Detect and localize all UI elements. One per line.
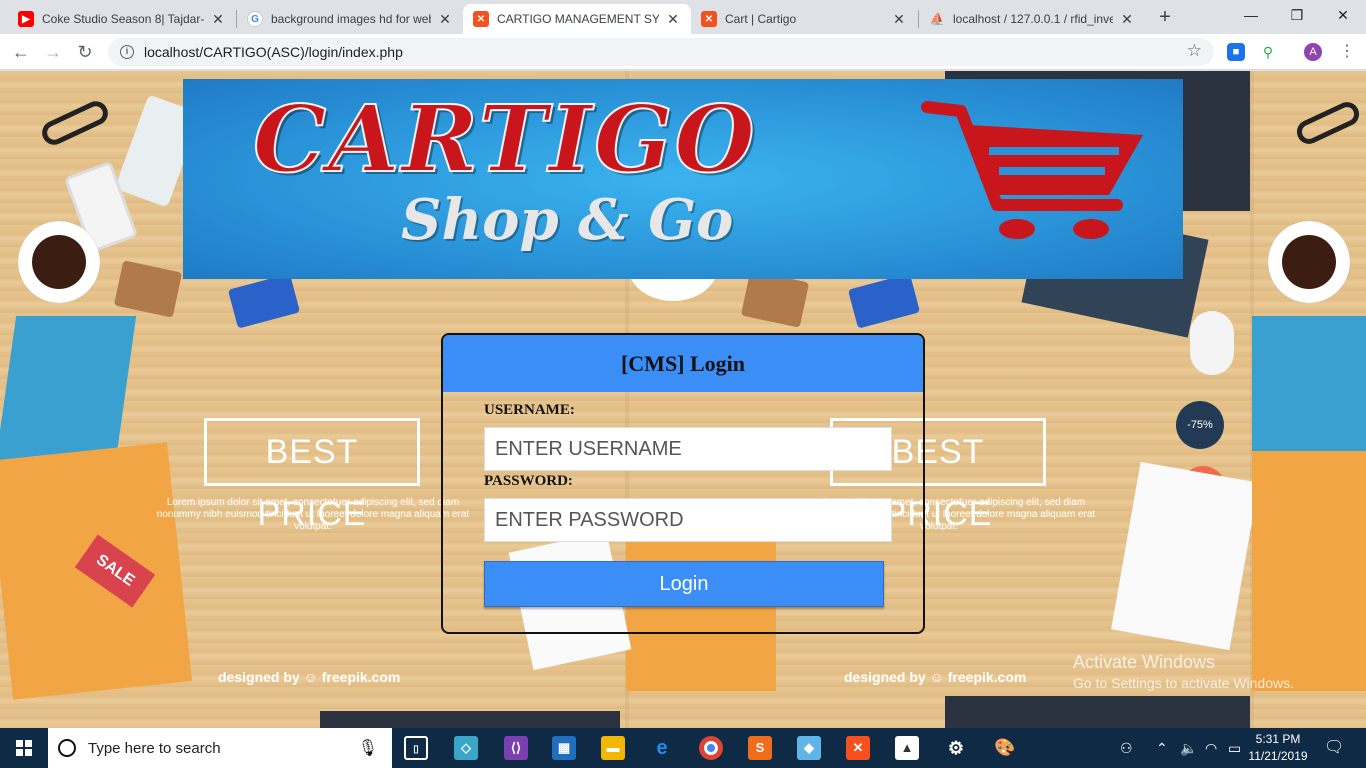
mouse-icon bbox=[1190, 311, 1234, 375]
settings-gear-icon[interactable]: ⚙ bbox=[944, 736, 968, 760]
credit-card-icon bbox=[227, 273, 301, 329]
close-icon[interactable]: ✕ bbox=[210, 11, 226, 28]
forward-icon[interactable]: → bbox=[40, 39, 66, 65]
photos-icon[interactable]: ▲ bbox=[895, 736, 919, 760]
activate-windows-watermark: Activate Windows Go to Settings to activ… bbox=[1073, 652, 1294, 691]
extension-search-icon[interactable]: ⚲ bbox=[1259, 43, 1277, 61]
store-icon[interactable]: ▦ bbox=[552, 736, 576, 760]
glasses-icon bbox=[38, 97, 112, 149]
file-explorer-icon[interactable]: ▬ bbox=[601, 736, 625, 760]
coffee-cup-icon bbox=[1268, 221, 1350, 303]
chrome-icon[interactable] bbox=[699, 736, 723, 760]
google-icon: G bbox=[247, 11, 263, 27]
info-icon[interactable]: i bbox=[120, 45, 134, 59]
address-bar[interactable]: i localhost/CARTIGO(ASC)/login/index.php… bbox=[108, 38, 1214, 66]
notifications-icon[interactable]: 🗨 bbox=[1324, 728, 1344, 768]
cortana-icon bbox=[58, 739, 76, 757]
cartigo-banner: CARTIGO Shop & Go bbox=[183, 79, 1183, 279]
volume-icon[interactable]: 🔈 bbox=[1180, 728, 1197, 768]
receipt-icon bbox=[1111, 461, 1259, 651]
windows-start-icon[interactable] bbox=[0, 728, 48, 768]
battery-icon[interactable]: ▭ bbox=[1228, 728, 1241, 768]
chevron-up-icon[interactable]: ⌃ bbox=[1156, 728, 1168, 768]
page-background: SALE -75% -75% BEST PRICE BEST PRICE Lor… bbox=[0, 71, 1366, 728]
close-icon[interactable]: ✕ bbox=[665, 11, 681, 28]
tab-cartigo-management[interactable]: ✕ CARTIGO MANAGEMENT SYSTEM ✕ bbox=[463, 4, 691, 34]
menu-icon[interactable]: ⋮ bbox=[1334, 39, 1360, 65]
profile-avatar[interactable]: A bbox=[1304, 43, 1322, 61]
close-icon[interactable]: ✕ bbox=[437, 11, 453, 28]
windows-taskbar: Type here to search 🎙 ▯ ◇ ⟨⟩ ▦ ▬ e S ◆ ✕… bbox=[0, 728, 1366, 768]
new-tab-button[interactable]: + bbox=[1152, 6, 1178, 30]
brand-logo-text: CARTIGO bbox=[252, 84, 757, 194]
designed-by-text: designed by ☺ freepik.com bbox=[844, 669, 1027, 685]
minimize-button[interactable]: — bbox=[1228, 0, 1274, 32]
login-card-title: [CMS] Login bbox=[443, 335, 923, 392]
phpmyadmin-icon: ⛵ bbox=[929, 12, 945, 26]
edge-icon[interactable]: e bbox=[650, 736, 674, 760]
tab-background-images[interactable]: G background images hd for web ✕ bbox=[237, 4, 463, 34]
youtube-icon: ▶ bbox=[18, 11, 34, 27]
shopping-cart-icon bbox=[921, 101, 1143, 239]
extension-icon[interactable]: ■ bbox=[1227, 43, 1245, 61]
browser-toolbar: ← → ↻ i localhost/CARTIGO(ASC)/login/ind… bbox=[0, 34, 1366, 70]
laptop-icon bbox=[320, 711, 620, 728]
clock-time: 5:31 PM bbox=[1255, 732, 1301, 746]
close-icon[interactable]: ✕ bbox=[1119, 11, 1135, 28]
app-icon[interactable]: ◆ bbox=[797, 736, 821, 760]
tab-strip: ▶ Coke Studio Season 8| Tajdar-e ✕ G bac… bbox=[0, 0, 1366, 34]
wifi-icon[interactable]: ◠ bbox=[1205, 728, 1217, 768]
app-icon[interactable]: ◇ bbox=[454, 736, 478, 760]
microphone-icon[interactable]: 🎙 bbox=[358, 738, 378, 758]
bookmark-star-icon[interactable]: ☆ bbox=[1187, 41, 1202, 61]
brand-tagline: Shop & Go bbox=[401, 187, 734, 253]
discount-tag: -75% bbox=[1176, 401, 1224, 449]
people-icon[interactable]: ⚇ bbox=[1120, 728, 1133, 768]
system-clock[interactable]: 5:31 PM 11/21/2019 bbox=[1248, 731, 1308, 765]
designed-by-text: designed by ☺ freepik.com bbox=[218, 669, 401, 685]
back-icon[interactable]: ← bbox=[8, 39, 34, 65]
xampp-icon: ✕ bbox=[701, 11, 717, 27]
wallet-icon bbox=[113, 260, 183, 318]
password-label: PASSWORD: bbox=[484, 473, 573, 489]
taskbar-search-box[interactable]: Type here to search 🎙 bbox=[48, 728, 392, 768]
login-button[interactable]: Login bbox=[484, 561, 884, 607]
password-input[interactable] bbox=[484, 498, 892, 542]
xampp-icon: ✕ bbox=[473, 11, 489, 27]
best-price-box: BEST PRICE bbox=[204, 418, 420, 533]
glasses-icon bbox=[1293, 98, 1363, 148]
laptop-icon bbox=[945, 696, 1250, 728]
xampp-icon[interactable]: ✕ bbox=[846, 736, 870, 760]
close-icon[interactable]: ✕ bbox=[891, 11, 907, 28]
login-card: [CMS] Login USERNAME: PASSWORD: Login bbox=[441, 333, 925, 634]
username-label: USERNAME: bbox=[484, 402, 575, 418]
reload-icon[interactable]: ↻ bbox=[72, 39, 98, 65]
clock-date: 11/21/2019 bbox=[1248, 749, 1308, 763]
username-input[interactable] bbox=[484, 427, 892, 471]
tab-phpmyadmin[interactable]: ⛵ localhost / 127.0.0.1 / rfid_inve ✕ bbox=[919, 4, 1145, 34]
taskbar-search-placeholder: Type here to search bbox=[88, 739, 221, 757]
visual-studio-icon[interactable]: ⟨⟩ bbox=[504, 736, 528, 760]
coffee-cup-icon bbox=[18, 221, 100, 303]
tab-cart-cartigo[interactable]: ✕ Cart | Cartigo ✕ bbox=[691, 4, 917, 34]
close-window-button[interactable]: ✕ bbox=[1320, 0, 1366, 32]
credit-card-icon bbox=[847, 273, 921, 329]
maximize-button[interactable]: ❐ bbox=[1274, 0, 1320, 32]
lorem-text: Lorem ipsum dolor sit amet, consectetuer… bbox=[156, 497, 470, 532]
paint-icon[interactable]: 🎨 bbox=[993, 736, 1017, 760]
url-text: localhost/CARTIGO(ASC)/login/index.php bbox=[144, 44, 403, 60]
tab-coke-studio[interactable]: ▶ Coke Studio Season 8| Tajdar-e ✕ bbox=[8, 4, 236, 34]
task-view-icon[interactable]: ▯ bbox=[404, 736, 428, 760]
sublime-text-icon[interactable]: S bbox=[748, 736, 772, 760]
